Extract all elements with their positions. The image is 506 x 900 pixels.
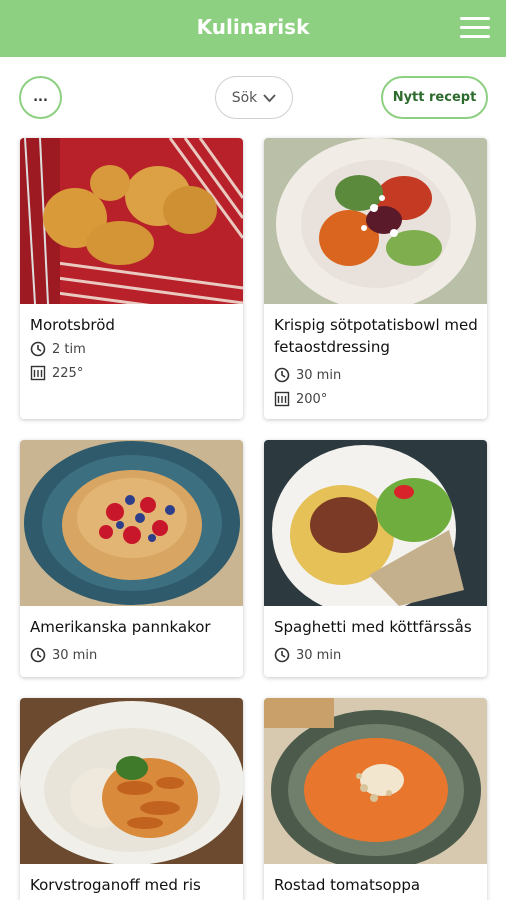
recipe-photo: [20, 698, 243, 864]
recipe-photo: [20, 440, 243, 606]
cooking-time: 30 min: [274, 644, 479, 666]
recipe-photo: [20, 138, 243, 304]
recipe-name: Amerikanska pannkakor: [30, 618, 211, 636]
clock-icon: [274, 647, 290, 663]
recipe-photo: [264, 698, 487, 864]
recipe-name: Korvstroganoff med ris: [30, 876, 201, 894]
chevron-down-icon: [263, 93, 276, 102]
cooking-time-value: 30 min: [296, 647, 342, 663]
oven-temperature-value: 225°: [52, 365, 84, 381]
cooking-time-value: 30 min: [296, 367, 342, 383]
search-button[interactable]: Sök: [215, 76, 293, 119]
recipe-card[interactable]: Morotsbröd 2 tim 225°: [20, 138, 243, 419]
recipe-card[interactable]: Krispig sötpotatisbowl med fetaostdressi…: [264, 138, 487, 419]
app-title: Kulinarisk: [196, 15, 310, 39]
recipe-name: Rostad tomatsoppa: [274, 876, 421, 894]
clock-icon: [30, 341, 46, 357]
clock-icon: [30, 647, 46, 663]
recipe-card[interactable]: Rostad tomatsoppa: [264, 698, 487, 900]
recipe-name: Morotsbröd: [30, 316, 115, 334]
new-recipe-button[interactable]: Nytt recept: [381, 76, 488, 119]
recipe-name: Krispig sötpotatisbowl med fetaostdressi…: [274, 316, 478, 356]
cooking-time: 30 min: [30, 644, 235, 666]
recipe-photo: [264, 138, 487, 304]
recipe-photo: [264, 440, 487, 606]
recipe-name: Spaghetti med köttfärssås: [274, 618, 472, 636]
recipe-card[interactable]: Spaghetti med köttfärssås 30 min: [264, 440, 487, 677]
oven-temperature: 225°: [30, 362, 235, 384]
cooking-time-value: 30 min: [52, 647, 98, 663]
cooking-time-value: 2 tim: [52, 341, 86, 357]
more-options-button[interactable]: ...: [19, 76, 62, 119]
search-button-label: Sök: [231, 89, 258, 106]
app-bar: Kulinarisk: [0, 0, 506, 57]
clock-icon: [274, 367, 290, 383]
recipe-card[interactable]: Korvstroganoff med ris: [20, 698, 243, 900]
hamburger-menu-icon[interactable]: [460, 17, 490, 39]
oven-temperature: 200°: [274, 388, 479, 410]
recipe-card[interactable]: Amerikanska pannkakor 30 min: [20, 440, 243, 677]
oven-icon: [274, 391, 290, 407]
oven-temperature-value: 200°: [296, 391, 328, 407]
oven-icon: [30, 365, 46, 381]
cooking-time: 2 tim: [30, 338, 235, 360]
cooking-time: 30 min: [274, 364, 479, 386]
